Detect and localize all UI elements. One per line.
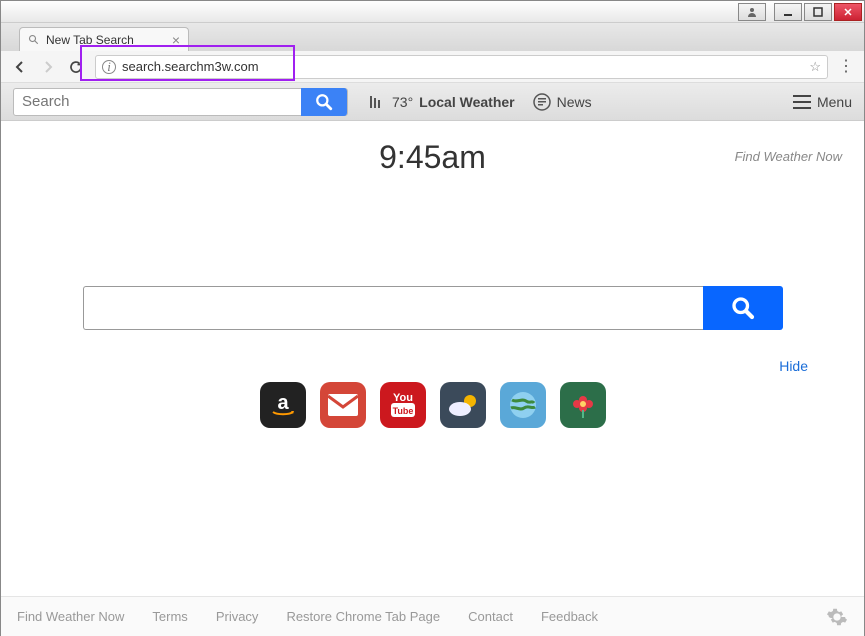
shortcut-amazon[interactable]: a <box>260 382 306 428</box>
gmail-icon <box>328 394 358 416</box>
window-titlebar <box>1 1 864 23</box>
shortcut-youtube[interactable]: You Tube <box>380 382 426 428</box>
extension-toolbar: 73° Local Weather News Menu <box>1 83 864 121</box>
browser-menu-button[interactable]: ⋮ <box>838 59 854 75</box>
shortcut-browser[interactable] <box>500 382 546 428</box>
youtube-icon: You Tube <box>385 387 421 423</box>
forward-button[interactable] <box>39 58 57 76</box>
browser-addressbar: i search.searchm3w.com ☆ ⋮ <box>1 51 864 83</box>
footer-link[interactable]: Find Weather Now <box>17 609 124 624</box>
svg-text:Tube: Tube <box>392 406 413 416</box>
local-weather-button[interactable]: 73° Local Weather <box>366 94 515 110</box>
page-footer: Find Weather Now Terms Privacy Restore C… <box>1 596 864 636</box>
weather-icon <box>366 94 386 110</box>
maximize-button[interactable] <box>804 3 832 21</box>
hide-shortcuts: Hide <box>1 330 864 380</box>
menu-label: Menu <box>817 94 852 110</box>
weather-temp: 73° <box>392 94 413 110</box>
footer-link[interactable]: Terms <box>152 609 187 624</box>
minimize-button[interactable] <box>774 3 802 21</box>
page-content: 9:45am Find Weather Now Hide a YouTube <box>1 121 864 596</box>
svg-text:You: You <box>393 392 413 404</box>
search-icon <box>28 34 40 46</box>
hamburger-icon <box>793 95 811 109</box>
main-search-button[interactable] <box>703 286 783 330</box>
weather-label: Local Weather <box>419 94 514 110</box>
footer-link[interactable]: Privacy <box>216 609 259 624</box>
browser-tabbar: New Tab Search × <box>1 23 864 51</box>
footer-link[interactable]: Feedback <box>541 609 598 624</box>
toolbar-search-button[interactable] <box>301 88 347 116</box>
user-button[interactable] <box>738 3 766 21</box>
close-button[interactable] <box>834 3 862 21</box>
tab-close-icon[interactable]: × <box>172 32 180 48</box>
site-info-icon[interactable]: i <box>102 60 116 74</box>
tab-title: New Tab Search <box>46 33 134 47</box>
url-input[interactable]: i search.searchm3w.com ☆ <box>95 55 828 79</box>
flower-icon <box>568 390 598 420</box>
footer-link[interactable]: Restore Chrome Tab Page <box>286 609 440 624</box>
settings-gear-icon[interactable] <box>826 606 848 628</box>
globe-icon <box>506 388 540 422</box>
url-text: search.searchm3w.com <box>122 59 259 74</box>
brand-label: Find Weather Now <box>735 149 842 164</box>
search-icon <box>731 296 755 320</box>
back-button[interactable] <box>11 58 29 76</box>
shortcut-weather[interactable] <box>440 382 486 428</box>
shortcut-flower[interactable] <box>560 382 606 428</box>
main-search <box>83 286 783 330</box>
amazon-icon: a <box>267 389 299 421</box>
news-icon <box>533 93 551 111</box>
search-icon <box>315 93 333 111</box>
news-button[interactable]: News <box>533 93 592 111</box>
shortcut-gmail[interactable] <box>320 382 366 428</box>
bookmark-star-icon[interactable]: ☆ <box>809 59 821 75</box>
svg-text:a: a <box>277 392 289 414</box>
cloud-sun-icon <box>446 391 480 419</box>
main-search-input[interactable] <box>83 286 703 330</box>
hide-link[interactable]: Hide <box>779 358 808 374</box>
shortcut-icons: a You Tube <box>1 382 864 428</box>
news-label: News <box>557 94 592 110</box>
toolbar-searchbox <box>13 88 348 116</box>
reload-button[interactable] <box>67 58 85 76</box>
menu-button[interactable]: Menu <box>793 94 852 110</box>
browser-tab[interactable]: New Tab Search × <box>19 27 189 51</box>
footer-link[interactable]: Contact <box>468 609 513 624</box>
toolbar-search-input[interactable] <box>14 93 301 110</box>
